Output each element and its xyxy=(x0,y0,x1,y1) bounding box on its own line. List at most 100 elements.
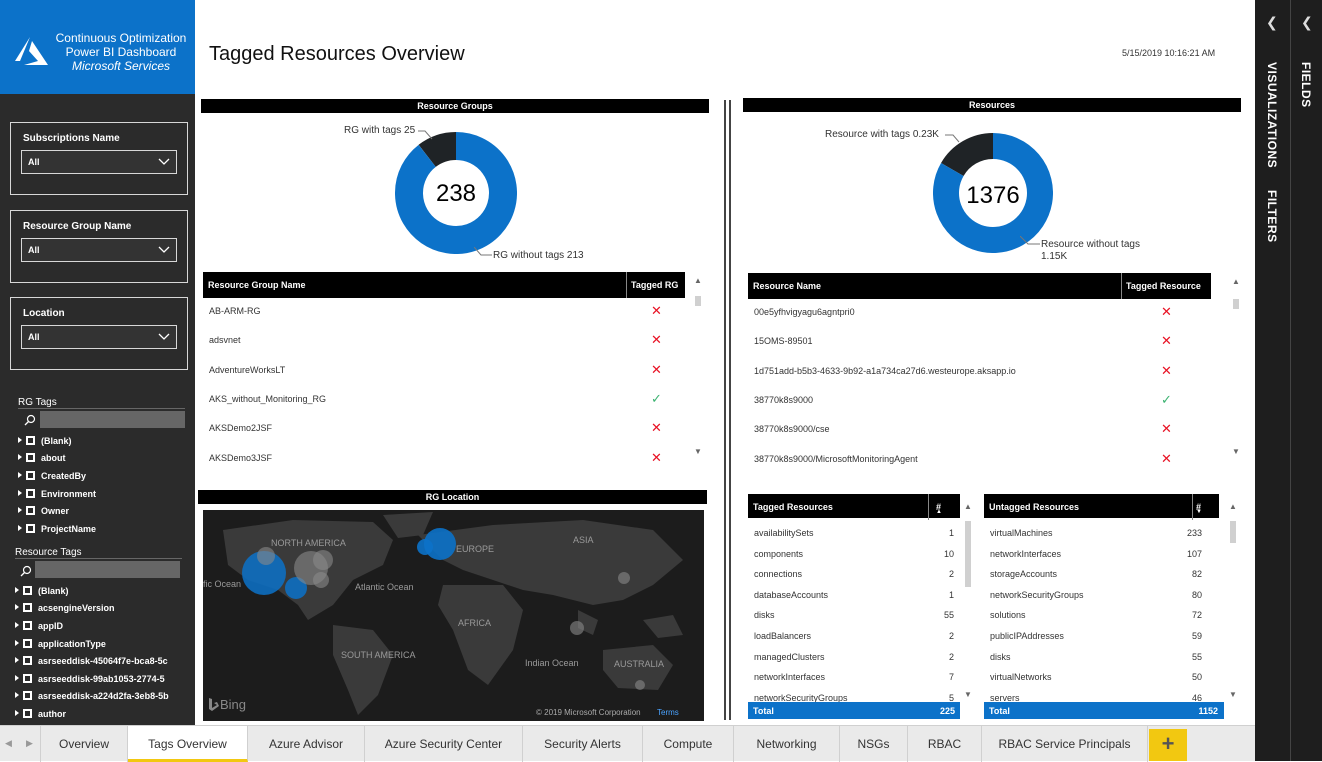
table-row[interactable]: AKSDemo3JSF ✕ xyxy=(203,449,685,467)
tab-compute[interactable]: Compute xyxy=(643,726,734,762)
resource-tag-item[interactable]: appID xyxy=(15,621,183,631)
table-row[interactable]: AKSDemo2JSF ✕ xyxy=(203,420,685,437)
chevron-left-icon[interactable]: ❮ xyxy=(1301,14,1313,31)
resource-group-table: Resource Group Name Tagged RG AB-ARM-RG ✕… xyxy=(203,272,685,465)
table-row[interactable]: loadBalancers 2 xyxy=(748,631,960,645)
map-terms-link[interactable]: Terms xyxy=(657,708,679,717)
location-bubble xyxy=(570,621,584,635)
column-header[interactable]: Untagged Resources xyxy=(989,502,1079,512)
tab-rbac[interactable]: RBAC xyxy=(908,726,982,762)
resource-tag-item[interactable]: asrseeddisk-a224d2fa-3eb8-5b xyxy=(15,691,183,701)
table-row[interactable]: networkSecurityGroups 80 xyxy=(984,590,1208,604)
location-dropdown[interactable]: All xyxy=(21,325,177,349)
visualizations-pane-label[interactable]: VISUALIZATIONS xyxy=(1265,62,1279,168)
brand-line-1: Continuous Optimization xyxy=(55,31,187,45)
rg-tag-item[interactable]: CreatedBy xyxy=(18,471,86,481)
visualizations-filters-pane[interactable]: ❮ VISUALIZATIONS FILTERS xyxy=(1255,0,1290,761)
filters-pane-label[interactable]: FILTERS xyxy=(1265,190,1279,243)
cross-icon: ✕ xyxy=(651,449,662,465)
table-row[interactable]: 38770k8s9000 ✓ xyxy=(748,392,1211,409)
tab-rbac-service-principals[interactable]: RBAC Service Principals xyxy=(982,726,1148,762)
rg-tag-item[interactable]: Owner xyxy=(18,506,69,516)
location-bubble xyxy=(257,547,275,565)
prev-page-icon[interactable]: ◀ xyxy=(5,738,12,749)
tab-security-alerts[interactable]: Security Alerts xyxy=(523,726,643,762)
rg-tags-search-input[interactable] xyxy=(40,411,185,428)
slicer-label: Subscriptions Name xyxy=(23,133,120,144)
resource-type: storageAccounts xyxy=(990,569,1058,580)
dropdown-value: All xyxy=(28,332,40,342)
column-header[interactable]: Tagged Resource xyxy=(1126,281,1201,291)
tab-nsgs[interactable]: NSGs xyxy=(840,726,908,762)
table-row[interactable]: virtualNetworks 50 xyxy=(984,672,1208,686)
rg-tagged-slice[interactable] xyxy=(418,132,457,168)
table-row[interactable]: disks 55 xyxy=(748,610,960,624)
resource-count: 1 xyxy=(948,589,954,600)
resource-tag-item[interactable]: applicationType xyxy=(15,639,183,649)
table-row[interactable]: adsvnet ✕ xyxy=(203,332,685,349)
table-row[interactable]: 15OMS-89501 ✕ xyxy=(748,333,1211,350)
add-page-button[interactable]: + xyxy=(1149,729,1187,761)
resource-type: disks xyxy=(754,610,775,621)
rg-tag-item[interactable]: ProjectName xyxy=(18,524,96,534)
table-row[interactable]: AdventureWorksLT ✕ xyxy=(203,362,685,379)
rg-tag-item[interactable]: (Blank) xyxy=(18,436,72,446)
tab-azure-security-center[interactable]: Azure Security Center xyxy=(365,726,523,762)
table-row[interactable]: AKS_without_Monitoring_RG ✓ xyxy=(203,391,685,408)
resource-count: 55 xyxy=(943,610,954,621)
slicer-subscriptions: Subscriptions Name All xyxy=(10,122,188,195)
table-row[interactable]: virtualMachines 233 xyxy=(984,528,1208,542)
table-row[interactable]: solutions 72 xyxy=(984,610,1208,624)
table-row[interactable]: managedClusters 2 xyxy=(748,652,960,666)
column-header[interactable]: Resource Name xyxy=(753,281,821,291)
next-page-icon[interactable]: ▶ xyxy=(26,738,33,749)
table-row[interactable]: publicIPAddresses 59 xyxy=(984,631,1208,645)
table-row[interactable]: networkInterfaces 107 xyxy=(984,549,1208,563)
table-row[interactable]: AB-ARM-RG ✕ xyxy=(203,303,685,320)
table-row[interactable]: 38770k8s9000/cse ✕ xyxy=(748,421,1211,438)
scrollbar[interactable]: ▲ ▼ xyxy=(694,272,702,462)
scrollbar[interactable]: ▲ ▼ xyxy=(1229,494,1237,704)
rg-tag-item[interactable]: about xyxy=(18,453,66,463)
fields-pane-label[interactable]: FIELDS xyxy=(1299,62,1313,108)
table-row[interactable]: connections 2 xyxy=(748,569,960,583)
table-row[interactable]: networkInterfaces 7 xyxy=(748,672,960,686)
chevron-down-icon xyxy=(158,158,170,165)
resources-without-tags-value: 1.15K xyxy=(1041,251,1068,262)
resource-group-dropdown[interactable]: All xyxy=(21,238,177,262)
tab-tags-overview[interactable]: Tags Overview xyxy=(128,726,248,762)
leader-line xyxy=(945,134,960,143)
fields-pane[interactable]: ❮ FIELDS xyxy=(1290,0,1322,761)
tab-azure-advisor[interactable]: Azure Advisor xyxy=(248,726,365,762)
resource-count: 55 xyxy=(1191,651,1202,662)
table-row[interactable]: components 10 xyxy=(748,549,960,563)
scrollbar[interactable]: ▲ ▼ xyxy=(1232,273,1240,463)
resource-tag-item[interactable]: asrseeddisk-99ab1053-2774-5 xyxy=(15,674,183,684)
table-row[interactable]: disks 55 xyxy=(984,652,1208,666)
resource-tags-search-input[interactable] xyxy=(35,561,180,578)
resources-tagged-slice[interactable] xyxy=(941,133,994,177)
rg-location-map[interactable]: NORTH AMERICA EUROPE ASIA Atlantic Ocean… xyxy=(203,510,704,721)
table-row[interactable]: 1d751add-b5b3-4633-9b92-a1a734ca27d6.wes… xyxy=(748,363,1211,380)
resources-table: Resource Name Tagged Resource 00e5yfhvig… xyxy=(748,273,1211,468)
resource-tag-item[interactable]: asrseeddisk-45064f7e-bca8-5c xyxy=(15,656,183,666)
location-bubble xyxy=(417,539,433,555)
table-row[interactable]: 00e5yfhvigyagu6agntpri0 ✕ xyxy=(748,304,1211,321)
column-header[interactable]: Tagged Resources xyxy=(753,502,833,512)
resource-tag-item[interactable]: (Blank) xyxy=(15,586,183,596)
resource-tag-item[interactable]: author xyxy=(15,709,183,718)
table-row[interactable]: storageAccounts 82 xyxy=(984,569,1208,583)
chevron-left-icon[interactable]: ❮ xyxy=(1266,14,1278,31)
rg-tag-item[interactable]: Environment xyxy=(18,489,96,499)
tab-networking[interactable]: Networking xyxy=(734,726,840,762)
tab-overview[interactable]: Overview xyxy=(41,726,128,762)
table-row[interactable]: databaseAccounts 1 xyxy=(748,590,960,604)
scrollbar[interactable]: ▲ ▼ xyxy=(964,494,972,704)
column-header[interactable]: Tagged RG xyxy=(631,280,678,290)
rg-location-title: RG Location xyxy=(198,490,707,504)
subscriptions-dropdown[interactable]: All xyxy=(21,150,177,174)
column-header[interactable]: Resource Group Name xyxy=(208,280,306,290)
resource-tag-item[interactable]: acsengineVersion xyxy=(15,603,183,613)
table-row[interactable]: 38770k8s9000/MicrosoftMonitoringAgent ✕ xyxy=(748,451,1211,468)
table-row[interactable]: availabilitySets 1 xyxy=(748,528,960,542)
